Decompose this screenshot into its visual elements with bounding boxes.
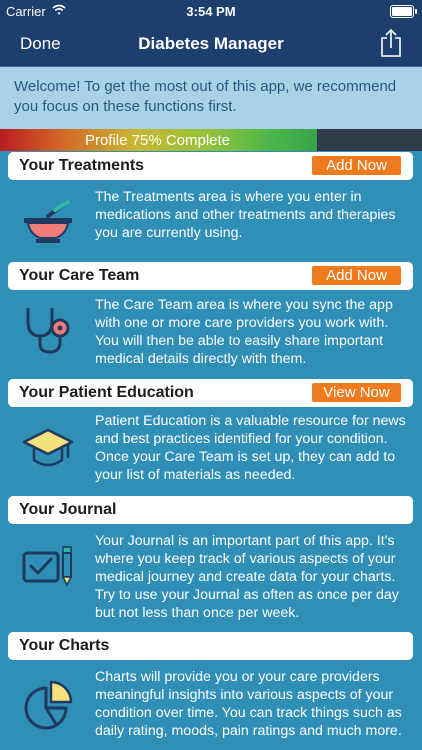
navigation-bar: Done Diabetes Manager [0, 22, 422, 66]
treatments-title: Your Treatments [19, 157, 145, 174]
journal-description: Your Journal is an important part of thi… [95, 533, 399, 621]
done-button[interactable]: Done [20, 34, 61, 54]
add-treatments-button[interactable]: Add Now [312, 156, 401, 175]
graduation-cap-icon [22, 428, 74, 467]
battery-icon [390, 5, 417, 18]
charts-title: Your Charts [19, 637, 110, 654]
view-patient-education-button[interactable]: View Now [312, 383, 401, 402]
add-care-team-button[interactable]: Add Now [312, 266, 401, 285]
patient-education-header: Your Patient Education View Now [8, 379, 413, 407]
journal-checkbox-pencil-icon [22, 546, 73, 587]
profile-progress-label: Profile 75% Complete [84, 132, 231, 149]
patient-education-title: Your Patient Education [19, 384, 194, 401]
profile-progress-bar: Profile 75% Complete [0, 129, 422, 151]
charts-description: Charts will provide you or your care pro… [95, 669, 402, 739]
page-title: Diabetes Manager [138, 34, 284, 53]
pie-chart-icon [24, 680, 73, 730]
patient-education-description: Patient Education is a valuable resource… [95, 413, 406, 483]
mortar-pestle-icon [24, 200, 72, 243]
status-bar: Carrier 3:54 PM [0, 0, 422, 22]
welcome-banner: Welcome! To get the most out of this app… [0, 66, 422, 129]
treatments-description: The Treatments area is where you enter i… [95, 189, 396, 241]
journal-header: Your Journal [8, 496, 413, 524]
care-team-header: Your Care Team Add Now [8, 262, 413, 290]
journal-title: Your Journal [19, 501, 117, 518]
stethoscope-icon [26, 308, 70, 354]
care-team-title: Your Care Team [19, 267, 140, 284]
share-icon[interactable] [378, 28, 404, 58]
charts-header: Your Charts [8, 632, 413, 660]
status-time: 3:54 PM [186, 4, 236, 19]
treatments-header: Your Treatments Add Now [8, 152, 413, 180]
care-team-description: The Care Team area is where you sync the… [95, 297, 393, 367]
welcome-text: Welcome! To get the most out of this app… [14, 78, 397, 115]
